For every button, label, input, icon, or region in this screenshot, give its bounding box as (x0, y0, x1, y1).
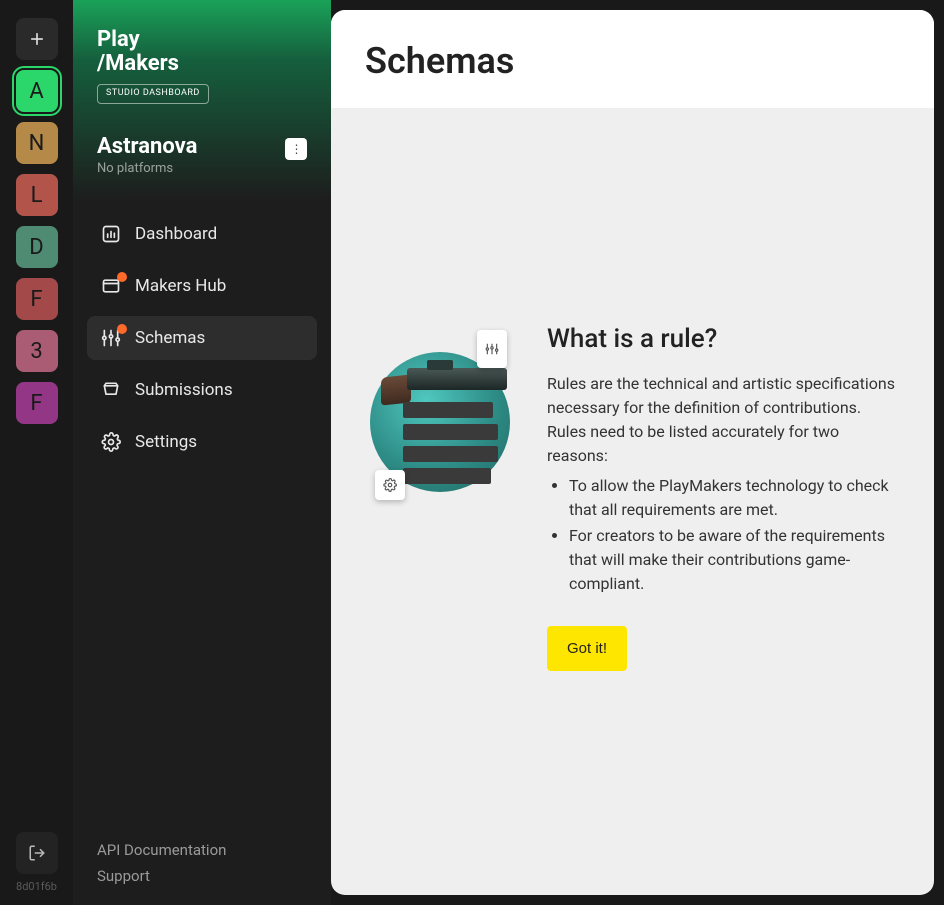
gear-icon (101, 432, 121, 452)
sidebar-item-submissions[interactable]: Submissions (87, 368, 317, 412)
chart-bar-icon (101, 224, 121, 244)
window-icon (101, 276, 121, 296)
sidebar-item-settings[interactable]: Settings (87, 420, 317, 464)
sidebar-nav: Dashboard Makers Hub Schemas Submissions Set… (73, 212, 331, 464)
main-area: Schemas (331, 0, 944, 905)
card-header: Schemas (331, 10, 934, 108)
plus-icon (27, 29, 47, 49)
schema-illustration (365, 332, 515, 502)
project-tile-d[interactable]: D (16, 226, 58, 268)
info-bullets: To allow the PlayMakers technology to ch… (569, 474, 900, 596)
brand-line2: /Makers (97, 52, 307, 76)
build-version: 8d01f6b (16, 880, 57, 893)
support-link[interactable]: Support (97, 867, 307, 885)
gear-icon (383, 478, 397, 492)
sidebar-item-dashboard[interactable]: Dashboard (87, 212, 317, 256)
project-tile-n[interactable]: N (16, 122, 58, 164)
project-tile-l[interactable]: L (16, 174, 58, 216)
logout-icon (28, 844, 46, 862)
sidebar-item-label: Settings (135, 432, 197, 452)
project-tile-f[interactable]: F (16, 278, 58, 320)
project-name: Astranova (97, 134, 197, 159)
info-heading: What is a rule? (547, 324, 900, 354)
info-text: What is a rule? Rules are the technical … (547, 332, 900, 671)
page-title: Schemas (365, 40, 900, 82)
info-bullet: For creators to be aware of the requirem… (569, 524, 900, 596)
brand-logo: Play /Makers STUDIO DASHBOARD (73, 28, 331, 104)
info-panel: What is a rule? Rules are the technical … (365, 332, 900, 671)
project-subtitle: No platforms (97, 161, 197, 176)
notification-badge (117, 272, 127, 282)
inbox-icon (101, 380, 121, 400)
project-tile-f[interactable]: F (16, 382, 58, 424)
add-project-button[interactable] (16, 18, 58, 60)
project-tile-3[interactable]: 3 (16, 330, 58, 372)
project-tile-a[interactable]: A (16, 70, 58, 112)
sliders-icon (485, 342, 499, 356)
info-bullet: To allow the PlayMakers technology to ch… (569, 474, 900, 522)
sidebar-item-label: Submissions (135, 380, 233, 400)
sliders-icon (101, 328, 121, 348)
project-menu-button[interactable]: ⋮ (285, 138, 307, 160)
sidebar: Play /Makers STUDIO DASHBOARD Astranova … (73, 0, 331, 905)
got-it-button[interactable]: Got it! (547, 626, 627, 671)
brand-tag: STUDIO DASHBOARD (97, 84, 209, 104)
project-rail: ANLDF3F 8d01f6b (0, 0, 73, 905)
project-header: Astranova No platforms ⋮ (73, 134, 331, 176)
api-docs-link[interactable]: API Documentation (97, 841, 307, 859)
card-body: What is a rule? Rules are the technical … (331, 108, 934, 895)
sidebar-item-label: Schemas (135, 328, 205, 348)
info-description: Rules are the technical and artistic spe… (547, 372, 900, 468)
sidebar-footer: API Documentation Support (73, 841, 331, 885)
sidebar-item-makers-hub[interactable]: Makers Hub (87, 264, 317, 308)
sidebar-item-label: Dashboard (135, 224, 217, 244)
logout-button[interactable] (16, 832, 58, 874)
sidebar-item-label: Makers Hub (135, 276, 226, 296)
brand-line1: Play (97, 28, 307, 52)
sidebar-item-schemas[interactable]: Schemas (87, 316, 317, 360)
content-card: Schemas (331, 10, 934, 895)
notification-badge (117, 324, 127, 334)
more-vertical-icon: ⋮ (291, 143, 302, 155)
